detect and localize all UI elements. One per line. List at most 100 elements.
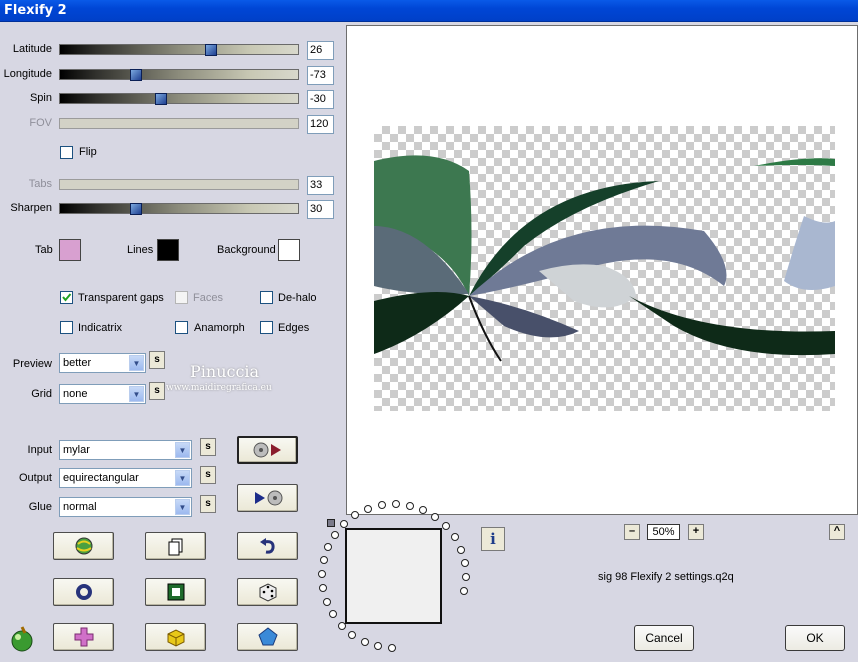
sharpen-label: Sharpen — [10, 202, 52, 214]
info-button[interactable]: i — [481, 527, 505, 551]
dial-dot[interactable] — [460, 587, 468, 595]
longitude-slider[interactable] — [59, 69, 299, 81]
indicatrix-checkbox[interactable] — [60, 321, 73, 334]
spin-thumb[interactable] — [155, 93, 167, 105]
dial-dot[interactable] — [364, 505, 372, 513]
pentagon-shape-button[interactable] — [237, 623, 298, 651]
dial-dot[interactable] — [324, 543, 332, 551]
tabs-value: 33 — [307, 176, 334, 195]
dial-dot[interactable] — [361, 638, 369, 646]
dial-dot[interactable] — [419, 506, 427, 514]
grid-select-value: none — [63, 388, 88, 400]
background-color-swatch[interactable] — [278, 239, 300, 261]
glue-label: Glue — [28, 501, 52, 513]
chevron-down-icon: ▼ — [175, 442, 190, 458]
sharpen-slider[interactable] — [59, 203, 299, 215]
spin-value[interactable]: -30 — [307, 90, 334, 109]
de-halo-checkbox[interactable] — [260, 291, 273, 304]
undo-button[interactable] — [237, 532, 298, 560]
dial-dot[interactable] — [348, 631, 356, 639]
cancel-button[interactable]: Cancel — [634, 625, 694, 651]
zoom-in-button[interactable]: + — [688, 524, 704, 540]
watermark-name: Pinuccia — [190, 362, 260, 381]
tab-color-swatch[interactable] — [59, 239, 81, 261]
ring-icon — [75, 584, 92, 600]
dial-dot[interactable] — [319, 584, 327, 592]
latitude-value[interactable]: 26 — [307, 41, 334, 60]
play-forward-button[interactable] — [237, 436, 298, 464]
randomize-button[interactable] — [53, 532, 114, 560]
spin-slider[interactable] — [59, 93, 299, 105]
dial-dot[interactable] — [318, 570, 326, 578]
output-s-button[interactable]: s — [200, 466, 216, 484]
title-bar: Flexify 2 — [0, 0, 858, 22]
latitude-slider[interactable] — [59, 44, 299, 56]
dial-dot[interactable] — [431, 513, 439, 521]
glue-s-button[interactable]: s — [200, 495, 216, 513]
longitude-thumb[interactable] — [130, 69, 142, 81]
dial-dot[interactable] — [351, 511, 359, 519]
faces-label: Faces — [193, 292, 223, 304]
zoom-out-button[interactable]: – — [624, 524, 640, 540]
edges-label: Edges — [278, 322, 310, 334]
latitude-thumb[interactable] — [205, 44, 217, 56]
transparent-gaps-checkbox[interactable] — [60, 291, 73, 304]
preview-image — [374, 126, 835, 411]
dial-dot[interactable] — [406, 502, 414, 510]
circle-shape-button[interactable] — [53, 578, 114, 606]
chevron-down-icon: ▼ — [175, 470, 190, 486]
transparent-gaps-label: Transparent gaps — [78, 292, 164, 304]
dial-dot[interactable] — [320, 556, 328, 564]
dial-dot[interactable] — [331, 531, 339, 539]
thumbnail-navigator[interactable] — [345, 528, 442, 624]
navigator-handle[interactable] — [327, 519, 335, 527]
dial-dot[interactable] — [462, 573, 470, 581]
copy-button[interactable] — [145, 532, 206, 560]
preview-canvas[interactable] — [346, 25, 858, 515]
dial-dot[interactable] — [461, 559, 469, 567]
dial-dot[interactable] — [442, 522, 450, 530]
cross-icon — [74, 627, 93, 647]
dial-dot[interactable] — [329, 610, 337, 618]
fov-label: FOV — [29, 117, 52, 129]
grid-select[interactable]: none ▼ — [59, 384, 146, 404]
glue-select[interactable]: normal ▼ — [59, 497, 192, 517]
preview-select-value: better — [63, 357, 92, 369]
collapse-button[interactable]: ^ — [829, 524, 845, 540]
window-title: Flexify 2 — [4, 3, 67, 18]
dial-dot[interactable] — [388, 644, 396, 652]
indicatrix-label: Indicatrix — [78, 322, 123, 334]
preview-s-button[interactable]: s — [149, 351, 165, 369]
anamorph-checkbox[interactable] — [175, 321, 188, 334]
input-s-button[interactable]: s — [200, 438, 216, 456]
output-select[interactable]: equirectangular ▼ — [59, 468, 192, 488]
cube-shape-button[interactable] — [145, 623, 206, 651]
pentagon-icon — [257, 627, 278, 646]
preview-select[interactable]: better ▼ — [59, 353, 146, 373]
input-select-value: mylar — [63, 444, 90, 456]
flip-checkbox[interactable] — [60, 146, 73, 159]
flexify-logo-icon — [8, 625, 36, 656]
play-reverse-button[interactable] — [237, 484, 298, 512]
input-select[interactable]: mylar ▼ — [59, 440, 192, 460]
sharpen-thumb[interactable] — [130, 203, 142, 215]
square-shape-button[interactable] — [145, 578, 206, 606]
dial-dot[interactable] — [374, 642, 382, 650]
lines-color-swatch[interactable] — [157, 239, 179, 261]
dial-dot[interactable] — [378, 501, 386, 509]
dial-dot[interactable] — [392, 500, 400, 508]
dial-dot[interactable] — [451, 533, 459, 541]
dial-dot[interactable] — [457, 546, 465, 554]
sharpen-value[interactable]: 30 — [307, 200, 334, 219]
dial-dot[interactable] — [340, 520, 348, 528]
longitude-value[interactable]: -73 — [307, 66, 334, 85]
dial-dot[interactable] — [323, 598, 331, 606]
copy-icon — [168, 538, 182, 556]
ok-button[interactable]: OK — [785, 625, 845, 651]
edges-checkbox[interactable] — [260, 321, 273, 334]
dial-dot[interactable] — [338, 622, 346, 630]
flip-label: Flip — [79, 146, 97, 158]
dice-button[interactable] — [237, 578, 298, 606]
cross-shape-button[interactable] — [53, 623, 114, 651]
grid-s-button[interactable]: s — [149, 382, 165, 400]
